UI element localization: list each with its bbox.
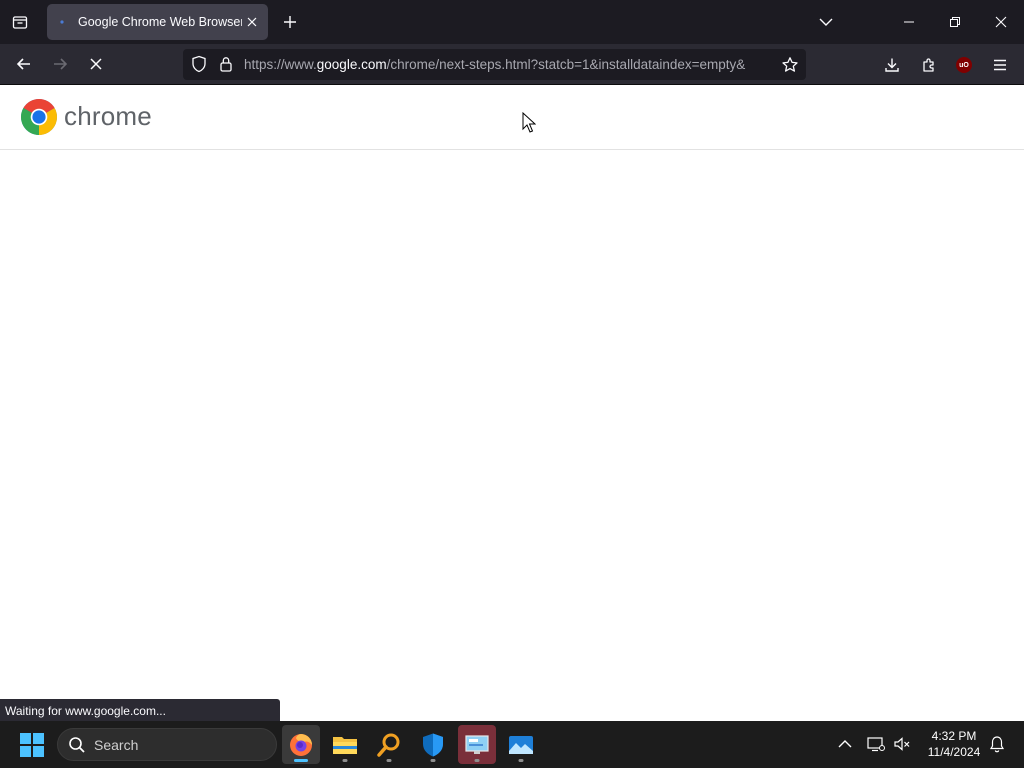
chrome-logo-icon[interactable]	[20, 98, 58, 136]
tab-title: Google Chrome Web Browser	[78, 15, 242, 29]
firefox-view-icon	[12, 16, 28, 29]
navigation-toolbar: https://www.google.com/chrome/next-steps…	[0, 44, 1024, 85]
search-label: Search	[94, 737, 139, 753]
loading-favicon-icon	[57, 14, 73, 30]
shield-icon	[423, 733, 443, 756]
minimize-button[interactable]	[886, 6, 932, 38]
close-icon	[995, 16, 1007, 28]
folder-icon	[333, 736, 357, 754]
windows-taskbar: Search 4:32 PM 11/4/2024	[0, 721, 1024, 768]
chrome-wordmark[interactable]: chrome	[64, 101, 152, 132]
running-indicator	[342, 759, 348, 762]
plus-icon	[284, 16, 296, 28]
network-status-button[interactable]	[865, 733, 887, 755]
network-icon	[867, 737, 885, 752]
running-indicator	[386, 759, 392, 762]
running-indicator	[518, 759, 524, 762]
status-panel: Waiting for www.google.com...	[0, 699, 280, 721]
tab-strip: Google Chrome Web Browser	[0, 0, 1024, 44]
windows-start-icon[interactable]	[20, 733, 44, 757]
tracking-protection-shield-icon[interactable]	[189, 54, 209, 74]
stop-button[interactable]	[82, 50, 110, 78]
taskbar-control-panel[interactable]	[458, 725, 496, 764]
stop-x-icon	[90, 58, 102, 70]
firefox-view-button[interactable]	[8, 10, 32, 34]
close-window-button[interactable]	[978, 6, 1024, 38]
list-all-tabs-button[interactable]	[814, 10, 838, 34]
arrow-right-icon	[54, 58, 68, 70]
close-icon	[247, 17, 257, 27]
new-tab-button[interactable]	[278, 10, 302, 34]
tab-close-button[interactable]	[242, 12, 262, 32]
tab-google-chrome[interactable]: Google Chrome Web Browser	[47, 4, 268, 40]
downloads-button[interactable]	[880, 53, 904, 77]
web-page-content: chrome	[0, 85, 1024, 699]
volume-button[interactable]	[891, 733, 913, 755]
url-domain: google.com	[316, 57, 387, 72]
speaker-muted-icon	[894, 737, 910, 751]
ublock-origin-icon: uO	[956, 57, 972, 73]
url-text[interactable]: https://www.google.com/chrome/next-steps…	[244, 57, 770, 72]
notifications-button[interactable]	[986, 733, 1008, 755]
lock-icon[interactable]	[217, 54, 235, 74]
puzzle-piece-icon	[923, 58, 934, 72]
taskbar-windows-security[interactable]	[414, 725, 452, 764]
mouse-pointer-icon	[522, 112, 536, 133]
taskbar-search-box[interactable]: Search	[57, 728, 277, 761]
chevron-down-icon	[819, 18, 833, 26]
search-icon	[69, 737, 85, 753]
chevron-up-icon	[838, 740, 852, 748]
extensions-button[interactable]	[917, 53, 941, 77]
monitor-settings-icon	[465, 734, 489, 754]
image-app-icon	[509, 735, 533, 754]
address-bar[interactable]: https://www.google.com/chrome/next-steps…	[183, 49, 806, 80]
restore-button[interactable]	[932, 6, 978, 38]
running-indicator	[474, 759, 480, 762]
clock-time: 4:32 PM	[931, 729, 977, 743]
back-button[interactable]	[10, 50, 38, 78]
url-prefix: https://www.	[244, 57, 317, 72]
clock-date: 11/4/2024	[927, 745, 981, 759]
download-icon	[885, 58, 899, 72]
minimize-icon	[904, 21, 914, 23]
forward-button[interactable]	[46, 50, 74, 78]
taskbar-search-tool[interactable]	[370, 725, 408, 764]
bell-icon	[989, 736, 1005, 753]
bookmark-star-button[interactable]	[779, 54, 801, 76]
arrow-left-icon	[16, 58, 30, 70]
ublock-origin-button[interactable]: uO	[952, 53, 976, 77]
taskbar-firefox[interactable]	[282, 725, 320, 764]
magnifier-app-icon	[377, 733, 400, 757]
show-hidden-icons-button[interactable]	[834, 733, 856, 755]
system-clock[interactable]: 4:32 PM 11/4/2024	[919, 728, 989, 760]
chrome-page-header: chrome	[0, 85, 1024, 150]
taskbar-photos[interactable]	[502, 725, 540, 764]
running-indicator	[294, 759, 308, 762]
star-icon	[782, 57, 798, 72]
taskbar-file-explorer[interactable]	[326, 725, 364, 764]
app-menu-button[interactable]	[988, 53, 1012, 77]
url-path: /chrome/next-steps.html?statcb=1&install…	[386, 57, 746, 72]
restore-icon	[950, 17, 960, 27]
running-indicator	[430, 759, 436, 762]
firefox-icon	[290, 733, 312, 756]
hamburger-menu-icon	[994, 59, 1006, 71]
